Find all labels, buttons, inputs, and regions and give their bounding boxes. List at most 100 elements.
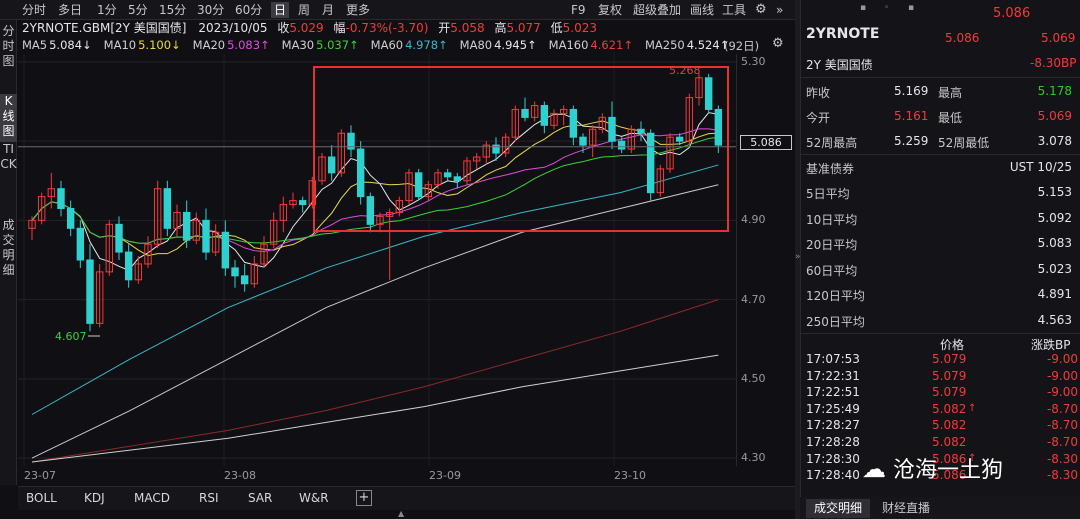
f9-button[interactable]: F9 xyxy=(571,2,586,18)
ma-label: MA250 xyxy=(644,38,685,52)
stat-value: 5.178 xyxy=(1037,84,1072,98)
ma-label: MA10 xyxy=(103,38,137,52)
candle-body xyxy=(617,140,626,150)
nav-trade-detail[interactable]: 成交明细 xyxy=(0,218,17,284)
tab-month[interactable]: 月 xyxy=(322,2,334,18)
indicator-tab-bar: BOLL KDJ MACD RSI SAR W&R + xyxy=(18,486,795,510)
stat-value: 5.259 xyxy=(894,134,929,148)
tab-30min[interactable]: 30分 xyxy=(197,2,224,18)
candle-body xyxy=(521,108,529,118)
tick-time: 17:25:49 xyxy=(806,401,860,416)
indicator-wr[interactable]: W&R xyxy=(299,491,329,505)
date-axis: 23-07 23-08 23-09 23-10 xyxy=(18,466,736,486)
change-label: 幅 xyxy=(333,21,346,35)
ma-line-ma160 xyxy=(31,299,719,463)
date-tick: 23-08 xyxy=(224,469,256,482)
average-label: 60日平均 xyxy=(806,263,858,278)
tick-change: -9.00 xyxy=(1046,385,1078,400)
tab-15min[interactable]: 15分 xyxy=(159,2,186,18)
price-tick: 4.70 xyxy=(741,292,766,306)
tick-time: 17:28:40 xyxy=(806,468,860,483)
candle-body xyxy=(115,223,123,253)
instrument-name: 2Y 美国国债 xyxy=(806,58,873,72)
stat-label: 最低 xyxy=(938,111,963,125)
left-view-nav: 分时图 K线图 TICK 成交明细 xyxy=(0,20,17,485)
tab-5min[interactable]: 5分 xyxy=(128,2,148,18)
tools-button[interactable]: 工具 xyxy=(722,2,746,18)
nav-kline[interactable]: K线图 xyxy=(0,94,17,142)
tab-duori[interactable]: 多日 xyxy=(58,2,82,18)
ma-label: MA30 xyxy=(281,38,315,52)
quote-title-row: 2YRNOTE.GBM[2Y 美国国债] 2023/10/05 收5.029 幅… xyxy=(22,20,597,37)
ma-legend-row: MA5 5.084↓ MA10 5.100↓ MA20 5.083↑ MA30 5.037↑ M… xyxy=(22,37,741,54)
tick-time: 17:28:28 xyxy=(806,435,860,449)
tick-price: 5.082 xyxy=(932,418,967,433)
ma-label: MA160 xyxy=(548,38,589,52)
nav-tick[interactable]: TICK xyxy=(0,142,17,206)
indicator-sar[interactable]: SAR xyxy=(248,491,272,505)
tab-60min[interactable]: 60分 xyxy=(235,2,262,18)
highlight-box xyxy=(313,66,729,232)
nav-fenshi[interactable]: 分时图 xyxy=(0,24,17,72)
add-indicator-plus-icon[interactable]: + xyxy=(356,490,372,506)
ask-price: 5.069 xyxy=(1041,31,1076,45)
tab-fenshi[interactable]: 分时 xyxy=(22,2,46,18)
candle-body xyxy=(356,148,365,198)
expand-double-chevron-icon[interactable]: » xyxy=(776,2,783,18)
collapse-triangle-icon[interactable]: ▲ xyxy=(398,509,404,518)
ma-value: 5.083↑ xyxy=(227,38,270,52)
candle-body xyxy=(57,188,65,209)
square-icon[interactable]: ▪ xyxy=(908,3,914,13)
date-tick: 23-09 xyxy=(429,469,461,482)
stat-row: 昨收 5.169 最高 5.178 xyxy=(806,79,1078,104)
ma-legend-item: MA250 4.524↑ xyxy=(645,38,735,52)
indicator-boll[interactable]: BOLL xyxy=(26,491,57,505)
average-value: 5.153 xyxy=(1037,185,1072,199)
tab-week[interactable]: 周 xyxy=(298,2,310,18)
average-label: 5日平均 xyxy=(806,187,850,201)
tab-1min[interactable]: 1分 xyxy=(97,2,117,18)
kline-chart[interactable]: 5.268 4.607 xyxy=(18,54,736,466)
overlay-button[interactable]: 超级叠加 xyxy=(633,2,681,18)
dot-icon[interactable]: ◦ xyxy=(884,3,889,13)
tab-trade-detail[interactable]: 成交明细 xyxy=(806,499,871,518)
ma-line-ma250 xyxy=(31,354,719,463)
tick-change: -9.00 xyxy=(1046,368,1078,383)
benchmark-row: 基准债券 UST 10/25 xyxy=(806,155,1078,180)
tick-change: -8.70 xyxy=(1046,418,1078,433)
tab-live-news[interactable]: 财经直播 xyxy=(874,499,938,518)
tab-day[interactable]: 日 xyxy=(271,2,290,18)
period-badge[interactable]: (92日) xyxy=(724,38,759,54)
high-label: 高 xyxy=(494,21,507,35)
pin-icon[interactable]: ▪ xyxy=(860,3,866,13)
candle-body xyxy=(646,132,655,194)
draw-button[interactable]: 画线 xyxy=(690,2,714,18)
symbol-name: 2YRNOTE.GBM[2Y 美国国债] xyxy=(22,21,187,35)
candle-body xyxy=(414,172,423,198)
stat-value: 5.169 xyxy=(894,84,929,98)
candle-body xyxy=(240,275,249,285)
indicator-kdj[interactable]: KDJ xyxy=(84,491,105,505)
ma-legend-item: MA20 5.083↑ xyxy=(193,38,276,52)
average-row: 250日平均 4.563 xyxy=(806,308,1078,333)
average-label: 20日平均 xyxy=(806,238,858,252)
adjust-button[interactable]: 复权 xyxy=(598,2,622,18)
average-value: 4.563 xyxy=(1037,312,1072,327)
average-value: 5.092 xyxy=(1037,210,1072,225)
indicator-macd[interactable]: MACD xyxy=(134,491,170,505)
average-row: 20日平均 5.083 xyxy=(806,231,1078,256)
date-tick: 23-07 xyxy=(24,469,56,482)
settings-gear-icon[interactable]: ⚙ xyxy=(755,2,767,18)
stat-row: 今开 5.161 最低 5.069 xyxy=(806,104,1078,129)
indicator-rsi[interactable]: RSI xyxy=(199,491,219,505)
high-annotation: 5.268 xyxy=(669,64,701,77)
candle-body xyxy=(569,108,578,138)
ma-settings-gear-icon[interactable]: ⚙ xyxy=(772,36,784,51)
candle-body xyxy=(327,156,336,174)
ma-label: MA5 xyxy=(22,38,48,52)
average-row: 60日平均 5.023 xyxy=(806,257,1078,282)
tab-more[interactable]: 更多 xyxy=(346,2,370,18)
average-label: 250日平均 xyxy=(806,314,865,329)
ma-value: 5.084↓ xyxy=(49,38,92,52)
stat-value: 3.078 xyxy=(1037,134,1072,148)
